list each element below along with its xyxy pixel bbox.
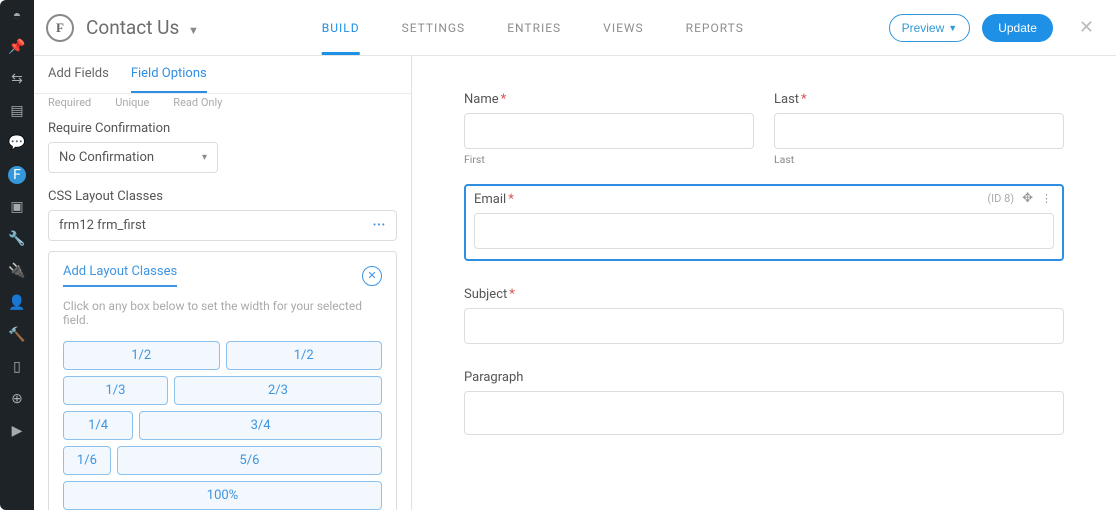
require-confirmation-select[interactable]: No Confirmation ▾: [48, 142, 218, 173]
require-confirmation-value: No Confirmation: [59, 150, 154, 165]
user-icon[interactable]: 👤: [8, 294, 26, 312]
close-icon[interactable]: ✕: [1075, 13, 1098, 42]
name-label: Name*: [464, 92, 754, 107]
opt-required[interactable]: Required: [48, 96, 91, 109]
validation-row: Required Unique Read Only: [48, 94, 397, 117]
last-label: Last*: [774, 92, 1064, 107]
tab-settings[interactable]: SETTINGS: [402, 1, 466, 55]
field-options-panel: Add Fields Field Options Required Unique…: [34, 56, 412, 510]
last-input[interactable]: [774, 113, 1064, 149]
chat-icon[interactable]: 💬: [8, 134, 26, 152]
layout-popover-title: Add Layout Classes: [63, 264, 177, 287]
field-meta: (ID 8) ✥ ⋮: [987, 191, 1052, 206]
require-confirmation-label: Require Confirmation: [48, 121, 397, 136]
wrench-icon[interactable]: 🔧: [8, 230, 26, 248]
name-row: Name* First Last* Last: [464, 92, 1064, 166]
share-icon[interactable]: ⇆: [8, 70, 26, 88]
name-help: First: [464, 153, 754, 166]
opt-readonly[interactable]: Read Only: [173, 96, 222, 109]
top-bar: F Contact Us ▼ BUILD SETTINGS ENTRIES VI…: [34, 0, 1116, 56]
caret-down-icon: ▼: [948, 23, 957, 33]
chevron-down-icon: ▼: [188, 24, 199, 37]
preview-button[interactable]: Preview ▼: [889, 14, 971, 42]
layout-cell-1-6[interactable]: 1/6: [63, 446, 111, 475]
email-field-selected[interactable]: (ID 8) ✥ ⋮ Email*: [464, 184, 1064, 261]
subject-label: Subject*: [464, 287, 1064, 302]
layout-hint: Click on any box below to set the width …: [63, 299, 382, 327]
css-layout-input[interactable]: frm12 frm_first •••: [48, 210, 397, 241]
layout-cell-2-3[interactable]: 2/3: [174, 376, 382, 405]
subject-input[interactable]: [464, 308, 1064, 344]
paragraph-textarea[interactable]: [464, 391, 1064, 435]
email-input[interactable]: [474, 213, 1054, 249]
form-icon[interactable]: F: [8, 166, 26, 184]
layout-cell-3-4[interactable]: 3/4: [139, 411, 382, 440]
panel-scroll[interactable]: Required Unique Read Only Require Confir…: [34, 94, 411, 510]
layout-cell-1-4[interactable]: 1/4: [63, 411, 133, 440]
field-id: (ID 8): [987, 192, 1014, 205]
tool-icon[interactable]: 🔨: [8, 326, 26, 344]
email-label: Email*: [474, 192, 1054, 207]
more-icon[interactable]: •••: [373, 220, 386, 231]
update-button[interactable]: Update: [982, 14, 1053, 42]
layout-popover: Add Layout Classes ✕ Click on any box be…: [48, 251, 397, 510]
paragraph-label: Paragraph: [464, 370, 1064, 385]
tab-reports[interactable]: REPORTS: [686, 1, 744, 55]
layout-cell-100[interactable]: 100%: [63, 481, 382, 510]
page-icon[interactable]: ▤: [8, 102, 26, 120]
layout-cell-1-3[interactable]: 1/3: [63, 376, 168, 405]
app-logo-icon: F: [46, 14, 74, 42]
css-layout-value: frm12 frm_first: [59, 218, 146, 233]
plug-icon[interactable]: 🔌: [8, 262, 26, 280]
layout-cell-1-2a[interactable]: 1/2: [63, 341, 220, 370]
pin-icon[interactable]: 📌: [8, 38, 26, 56]
tab-field-options[interactable]: Field Options: [131, 66, 207, 93]
page-title[interactable]: Contact Us ▼: [86, 16, 199, 39]
css-layout-label: CSS Layout Classes: [48, 189, 397, 204]
subject-field[interactable]: Subject*: [464, 287, 1064, 344]
paragraph-field[interactable]: Paragraph: [464, 370, 1064, 435]
layout-close-button[interactable]: ✕: [362, 266, 382, 286]
last-field[interactable]: Last* Last: [774, 92, 1064, 166]
play-icon[interactable]: ▶: [8, 422, 26, 440]
opt-unique[interactable]: Unique: [115, 96, 149, 109]
chevron-down-icon: ▾: [202, 152, 207, 163]
layout-cell-1-2b[interactable]: 1/2: [226, 341, 383, 370]
last-help: Last: [774, 153, 1064, 166]
globe-icon[interactable]: ⊕: [8, 390, 26, 408]
clipboard-icon[interactable]: ▣: [8, 198, 26, 216]
css-layout-section: CSS Layout Classes frm12 frm_first ••• A…: [48, 189, 397, 510]
name-field[interactable]: Name* First: [464, 92, 754, 166]
wp-admin-sidebar: ◓ 📌 ⇆ ▤ 💬 F ▣ 🔧 🔌 👤 🔨 ▯ ⊕ ▶: [0, 0, 34, 510]
form-title: Contact Us: [86, 16, 179, 39]
top-nav: BUILD SETTINGS ENTRIES VIEWS REPORTS: [322, 1, 744, 55]
preview-label: Preview: [902, 21, 945, 35]
dashboard-icon[interactable]: ◓: [8, 6, 26, 24]
form-canvas[interactable]: Name* First Last* Last (ID 8) ✥ ⋮ Email*…: [412, 56, 1116, 510]
chart-icon[interactable]: ▯: [8, 358, 26, 376]
move-icon[interactable]: ✥: [1022, 191, 1033, 206]
tab-entries[interactable]: ENTRIES: [507, 1, 561, 55]
tab-views[interactable]: VIEWS: [603, 1, 644, 55]
top-actions: Preview ▼ Update ✕: [889, 13, 1098, 42]
layout-grid: 1/2 1/2 1/3 2/3 1/4 3/4 1/6 5/6: [63, 341, 382, 510]
panel-tabs: Add Fields Field Options: [34, 56, 411, 94]
tab-add-fields[interactable]: Add Fields: [48, 66, 109, 93]
name-input[interactable]: [464, 113, 754, 149]
kebab-icon[interactable]: ⋮: [1041, 192, 1052, 205]
tab-build[interactable]: BUILD: [322, 1, 360, 55]
layout-cell-5-6[interactable]: 5/6: [117, 446, 382, 475]
require-confirmation-section: Require Confirmation No Confirmation ▾: [48, 121, 397, 173]
